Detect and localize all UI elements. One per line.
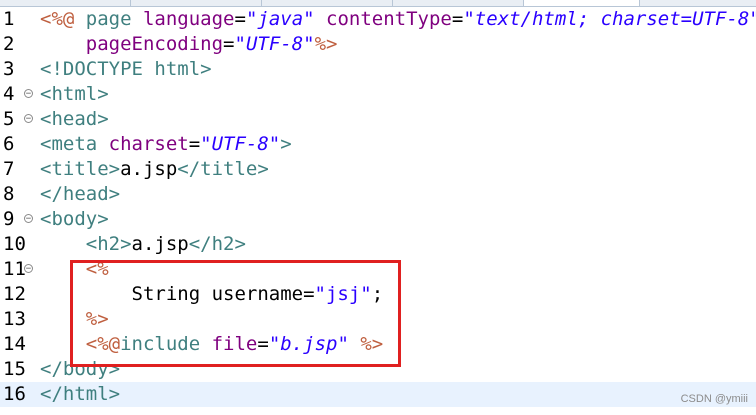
code-line[interactable]: 8 </head> [0,182,756,207]
code-token: = [234,8,246,30]
code-line[interactable]: 16 </html> [0,382,756,407]
code-text: <head> [40,107,109,132]
line-number: 1 [3,8,15,30]
code-line[interactable]: 4− <html> [0,82,756,107]
code-line[interactable]: 6 <meta charset="UTF-8"> [0,132,756,157]
code-token: <h2> [85,233,132,255]
line-number: 2 [3,33,15,55]
code-token: "text/html; charset=UTF-8" [463,8,756,30]
code-text: <meta charset="UTF-8"> [40,132,292,157]
code-token: <body> [40,208,109,230]
code-token: </h2> [188,233,246,255]
watermark: CSDN @ymiii [680,393,748,405]
code-token: <html> [40,83,109,105]
code-text: <html> [40,82,109,107]
fold-toggle-icon[interactable]: − [24,89,33,99]
line-number: 3 [3,58,15,80]
code-token: <title> [40,158,121,180]
editor-tab[interactable] [640,0,756,6]
code-token: a.jsp [120,158,178,180]
code-line[interactable]: 7 <title>a.jsp</title> [0,157,756,182]
code-token: a.jsp [131,233,189,255]
editor-tab[interactable] [393,0,524,6]
fold-toggle-icon[interactable]: − [24,264,33,274]
code-token: </html> [40,383,121,405]
line-number: 14 [3,333,26,355]
fold-toggle-icon[interactable]: − [24,114,33,124]
code-token: %> [314,33,338,55]
code-token: page [85,8,143,30]
fold-toggle-icon[interactable]: − [24,214,33,224]
code-text: </html> [40,382,120,407]
code-token: contentType [326,8,452,30]
highlight-annotation-box [70,260,401,367]
code-text: pageEncoding="UTF-8"%> [40,32,338,57]
editor-tab[interactable] [262,0,393,6]
code-token: = [223,33,235,55]
code-text: <title>a.jsp</title> [40,157,269,182]
code-line[interactable]: 2 pageEncoding="UTF-8"%> [0,32,756,57]
code-token: "UTF-8" [234,33,315,55]
code-token: </head> [40,183,121,205]
code-token: > [280,133,292,155]
code-line[interactable]: 3 <!DOCTYPE html> [0,57,756,82]
code-token: <meta [40,133,109,155]
code-line[interactable]: 1 <%@ page language="java" contentType="t… [0,7,756,32]
code-token: = [451,8,464,30]
code-token: <head> [40,108,109,130]
editor-tab-strip [0,0,756,7]
code-token: language [142,8,235,30]
line-number: 8 [3,183,15,205]
code-text: <h2>a.jsp</h2> [40,232,246,257]
line-number: 12 [3,283,26,305]
code-token: <%@ [40,8,86,30]
editor-tab[interactable] [131,0,262,6]
code-token: = [188,133,201,155]
editor-tab-active[interactable] [524,0,640,6]
code-token: "java" [245,8,315,30]
line-number: 7 [3,158,15,180]
code-token: "UTF-8" [200,133,281,155]
code-text: <%@ page language="java" contentType="te… [40,7,756,32]
code-token: pageEncoding [85,33,224,55]
code-line[interactable]: 9− <body> [0,207,756,232]
code-text: <body> [40,207,109,232]
code-token: </title> [177,158,269,180]
line-number: 6 [3,133,15,155]
code-text: <!DOCTYPE html> [40,57,212,82]
code-text: </head> [40,182,120,207]
editor-tab[interactable] [0,0,131,6]
code-token: <!DOCTYPE html> [40,58,212,80]
code-line[interactable]: 5− <head> [0,107,756,132]
line-number: 15 [3,358,26,380]
line-number: 16 [3,383,26,405]
line-number: 13 [3,308,26,330]
code-line[interactable]: 10 <h2>a.jsp</h2> [0,232,756,257]
code-token: charset [108,133,189,155]
line-number: 10 [3,233,26,255]
